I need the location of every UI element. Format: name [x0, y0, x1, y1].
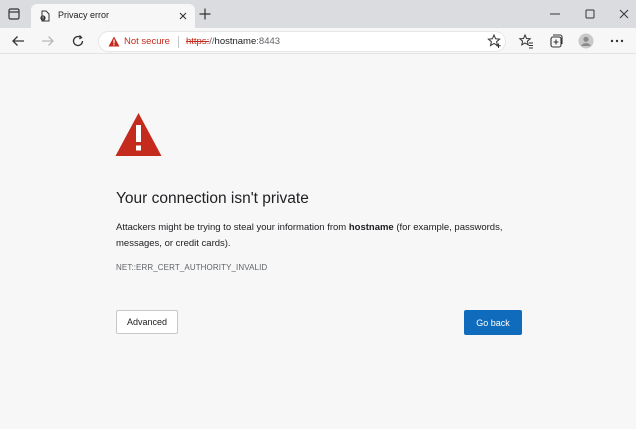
- new-tab-icon[interactable]: [199, 8, 211, 20]
- tab-actions-icon[interactable]: [7, 7, 21, 21]
- more-options-icon[interactable]: [609, 33, 625, 49]
- profile-avatar-icon[interactable]: [578, 33, 594, 49]
- address-separator: [178, 36, 179, 48]
- tab-close-icon[interactable]: [177, 10, 189, 22]
- error-description: Attackers might be trying to steal your …: [116, 220, 516, 252]
- description-text: Attackers might be trying to steal your …: [116, 222, 349, 233]
- warning-triangle-icon: [115, 112, 162, 157]
- collections-icon[interactable]: [548, 33, 564, 49]
- go-back-button[interactable]: Go back: [464, 310, 522, 335]
- minimize-icon[interactable]: [548, 7, 562, 21]
- back-arrow-icon[interactable]: [10, 33, 26, 49]
- tab-privacy-error[interactable]: Privacy error: [31, 4, 195, 28]
- tab-strip: Privacy error: [0, 0, 636, 28]
- url-scheme: https:: [186, 36, 210, 47]
- warning-triangle-icon[interactable]: [108, 36, 120, 47]
- add-favorite-icon[interactable]: [486, 33, 502, 49]
- error-code: NET::ERR_CERT_AUTHORITY_INVALID: [116, 263, 268, 272]
- browser-toolbar: Not secure https://hostname:8443: [0, 28, 636, 54]
- forward-arrow-icon[interactable]: [40, 33, 56, 49]
- tab-title: Privacy error: [58, 10, 110, 20]
- description-hostname: hostname: [348, 222, 394, 233]
- url-port: :8443: [256, 36, 281, 47]
- favorites-icon[interactable]: [518, 33, 534, 49]
- advanced-button[interactable]: Advanced: [116, 310, 178, 334]
- url-host: hostname: [214, 36, 257, 47]
- address-bar[interactable]: Not secure https://hostname:8443: [98, 31, 506, 52]
- error-page: Your connection isn't private Attackers …: [0, 55, 636, 429]
- page-title: Your connection isn't private: [116, 190, 309, 207]
- maximize-icon[interactable]: [583, 7, 597, 21]
- not-secure-label[interactable]: Not secure: [124, 36, 170, 47]
- reload-icon[interactable]: [70, 33, 86, 49]
- page-warning-icon: [39, 10, 51, 22]
- url-text[interactable]: https://hostname:8443: [186, 36, 280, 47]
- window-close-icon[interactable]: [617, 7, 631, 21]
